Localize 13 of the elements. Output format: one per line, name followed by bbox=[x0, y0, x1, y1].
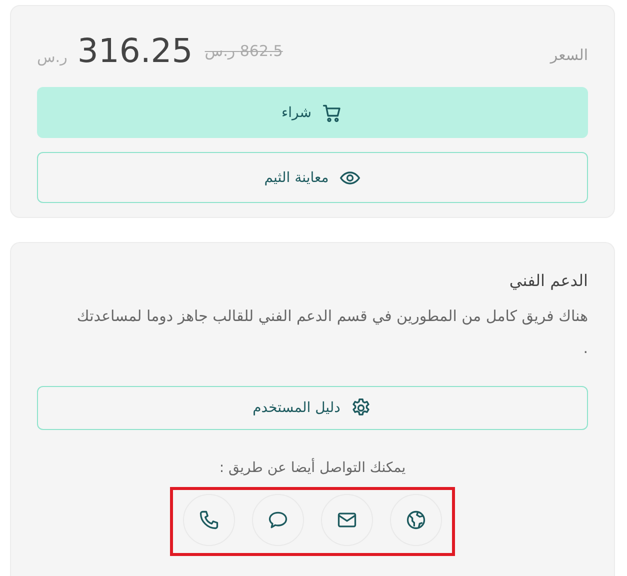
phone-icon bbox=[198, 509, 220, 531]
speech-bubble-icon bbox=[267, 509, 289, 531]
price-label: السعر bbox=[550, 46, 588, 66]
support-text: هناك فريق كامل من المطورين في قسم الدعم الفني للقالب جاهز دوما لمساعدتك . bbox=[76, 306, 588, 359]
old-price: 862.5 ر.س bbox=[204, 42, 283, 60]
user-guide-button[interactable]: دليل المستخدم bbox=[37, 386, 588, 430]
contact-label: يمكنك التواصل أيضا عن طريق : bbox=[218, 460, 407, 476]
current-price: 316.25 bbox=[77, 31, 193, 70]
support-title: الدعم الفني bbox=[508, 271, 588, 290]
currency-label: ر.س bbox=[37, 48, 68, 66]
preview-button[interactable]: معاينة الثيم bbox=[37, 152, 588, 203]
buy-button[interactable]: شراء bbox=[37, 87, 588, 138]
globe-icon bbox=[405, 509, 427, 531]
